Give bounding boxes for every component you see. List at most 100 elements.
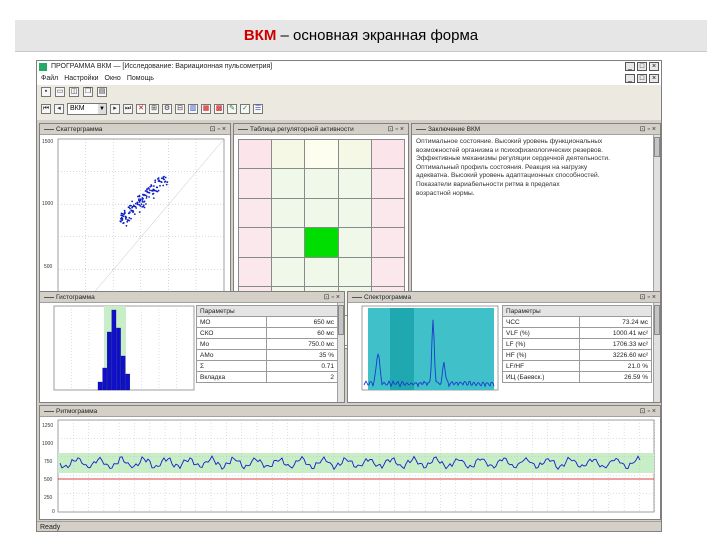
- tree-icon[interactable]: ⊞: [149, 104, 159, 114]
- scatter-y-tick: 1000: [42, 201, 53, 207]
- state-cell[interactable]: [238, 256, 273, 287]
- scatter-point: [164, 176, 167, 179]
- state-cell[interactable]: [271, 256, 306, 287]
- pen-icon[interactable]: ✎: [227, 104, 237, 114]
- state-cell[interactable]: [337, 168, 372, 199]
- hierarchy-icon[interactable]: ⊟: [175, 104, 185, 114]
- state-table-header[interactable]: Таблица регуляторной активности ⊡▫×: [234, 124, 408, 135]
- conclusion-header[interactable]: Заключение ВКМ ⊡▫×: [412, 124, 660, 135]
- mdi-close-button[interactable]: ×: [649, 74, 659, 83]
- table-row[interactable]: Вкладка 2: [196, 371, 339, 383]
- scatter-point: [127, 219, 130, 222]
- scatter-point: [150, 185, 153, 187]
- panel-controls-icon[interactable]: ⊡▫×: [640, 124, 658, 135]
- conclusion-line: возрастной нормы.: [416, 189, 475, 197]
- maximize-button[interactable]: □: [637, 62, 647, 71]
- scatter-point: [154, 179, 157, 182]
- state-cell[interactable]: [337, 139, 372, 170]
- check-icon[interactable]: ✓: [240, 104, 250, 114]
- state-cell[interactable]: [238, 168, 273, 199]
- scatter-point: [140, 203, 143, 206]
- state-cell[interactable]: [370, 139, 405, 170]
- scatter-panel-header[interactable]: Скаттерграмма ⊡▫×: [40, 124, 230, 135]
- histogram-table-scrollbar[interactable]: [337, 303, 344, 402]
- state-cell[interactable]: [337, 197, 372, 229]
- rhythmogram-header[interactable]: Ритмограмма ⊡▫×: [40, 406, 660, 417]
- table-row[interactable]: МО 650 мс: [196, 316, 339, 328]
- panel-controls-icon[interactable]: ⊡▫×: [388, 124, 406, 135]
- panel-controls-icon[interactable]: ⊡▫×: [640, 292, 658, 303]
- list-icon[interactable]: ☰: [253, 104, 263, 114]
- scatter-point: [146, 191, 149, 193]
- panel-controls-icon[interactable]: ⊡▫×: [210, 124, 228, 135]
- mdi-maximize-button[interactable]: □: [637, 74, 647, 83]
- state-cell[interactable]: [304, 139, 339, 170]
- menu-help[interactable]: Помощь: [127, 73, 154, 85]
- report-icon[interactable]: ▦: [201, 104, 211, 114]
- table-row[interactable]: АМо 35 %: [196, 349, 339, 361]
- prev-record-icon[interactable]: ◂: [54, 104, 64, 114]
- table-row[interactable]: HF (%) 3226.60 мс²: [501, 349, 652, 361]
- rhythmogram-normal-band: [58, 453, 654, 473]
- state-cell[interactable]: [370, 168, 405, 199]
- state-cell[interactable]: [304, 256, 339, 287]
- paste-icon[interactable]: ▤: [97, 86, 107, 97]
- state-cell[interactable]: [271, 227, 306, 258]
- menu-file[interactable]: Файл: [41, 73, 58, 85]
- panel-controls-icon[interactable]: ⊡▫×: [640, 406, 658, 417]
- state-cell[interactable]: [238, 197, 273, 229]
- conclusion-line: Эффективные механизмы регуляции сердечно…: [416, 155, 610, 163]
- state-cell[interactable]: [238, 139, 273, 170]
- spectrum-table-scrollbar[interactable]: [653, 303, 660, 402]
- state-cell[interactable]: [337, 227, 372, 258]
- state-cell[interactable]: [271, 168, 306, 199]
- state-cell[interactable]: [337, 256, 372, 287]
- app-icon: [39, 63, 47, 71]
- preview-icon[interactable]: ◫: [69, 86, 79, 97]
- save-icon[interactable]: ▪: [41, 86, 51, 97]
- scatter-point: [131, 205, 134, 208]
- table-row[interactable]: LF (%) 1706.33 мс²: [501, 338, 652, 350]
- table-icon[interactable]: ▩: [214, 104, 224, 114]
- copy-icon[interactable]: ❐: [83, 86, 93, 97]
- print-icon[interactable]: ▭: [55, 86, 65, 97]
- spectrum-header[interactable]: Спектрограмма ⊡▫×: [348, 292, 660, 303]
- table-row[interactable]: Σ 0.71: [196, 360, 339, 372]
- histogram-bar: [107, 331, 112, 391]
- table-row[interactable]: Мо 750.0 мс: [196, 338, 339, 350]
- state-cell[interactable]: [370, 197, 405, 229]
- minimize-button[interactable]: _: [625, 62, 635, 71]
- first-record-icon[interactable]: ⏮: [41, 104, 51, 114]
- table-row[interactable]: LF/HF 21.0 %: [501, 360, 652, 372]
- chart-icon[interactable]: ▥: [188, 104, 198, 114]
- table-row[interactable]: ИЦ (Баевск.) 26.59 %: [501, 371, 652, 383]
- histogram-header[interactable]: Гистограмма ⊡▫×: [40, 292, 344, 303]
- state-cell[interactable]: [370, 256, 405, 287]
- state-cell[interactable]: [271, 197, 306, 229]
- state-cell[interactable]: [304, 168, 339, 199]
- table-row[interactable]: СКО 60 мс: [196, 327, 339, 339]
- next-record-icon[interactable]: ▸: [110, 104, 120, 114]
- scatter-point: [123, 212, 126, 215]
- delete-icon[interactable]: ✕: [136, 104, 146, 114]
- settings-icon[interactable]: ⚙: [162, 104, 172, 114]
- study-select[interactable]: ВКМ ▼: [67, 103, 107, 115]
- spectrum-band-vlf: [368, 308, 390, 390]
- state-cell[interactable]: [271, 139, 306, 170]
- spectrum-title: Спектрограмма: [364, 294, 412, 301]
- panel-controls-icon[interactable]: ⊡▫×: [324, 292, 342, 303]
- menu-settings[interactable]: Настройки: [64, 73, 98, 85]
- window-titlebar[interactable]: ПРОГРАММА ВКМ — [Исследование: Вариацион…: [37, 61, 661, 73]
- state-cell[interactable]: [370, 227, 405, 258]
- table-row[interactable]: ЧСС 73.24 мс: [501, 316, 652, 328]
- histogram-bar: [97, 381, 103, 391]
- mdi-minimize-button[interactable]: _: [625, 74, 635, 83]
- scatter-point: [141, 197, 144, 199]
- table-row[interactable]: VLF (%) 1000.41 мс²: [501, 327, 652, 339]
- close-button[interactable]: ×: [649, 62, 659, 71]
- menu-window[interactable]: Окно: [105, 73, 121, 85]
- state-cell[interactable]: [304, 227, 339, 258]
- last-record-icon[interactable]: ⏭: [123, 104, 133, 114]
- state-cell[interactable]: [238, 227, 273, 258]
- state-cell[interactable]: [304, 197, 339, 229]
